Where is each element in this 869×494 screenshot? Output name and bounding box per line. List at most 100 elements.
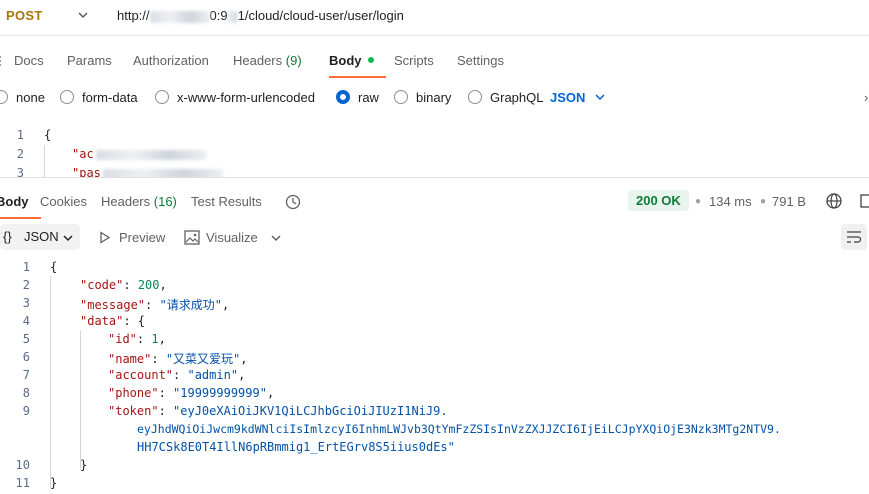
json-key: "token" xyxy=(108,404,159,418)
play-icon xyxy=(100,231,111,244)
code-line-wrapped: HH7CSk8E0T4IllN6pRBmmig1_ErtEGrv8S5iius0… xyxy=(137,440,455,454)
code-line: "token": "eyJ0eXAiOiJKV1QiLCJhbGciOiJIUz… xyxy=(108,404,448,418)
code-line: "pas xyxy=(72,166,223,177)
beautify-link-icon[interactable]: › xyxy=(864,90,868,105)
radio-form-data-label: form-data xyxy=(82,90,138,105)
wrap-lines-button[interactable] xyxy=(841,224,867,250)
chevron-down-icon xyxy=(63,235,73,242)
chevron-down-icon[interactable] xyxy=(76,8,90,22)
indent-guide xyxy=(50,276,51,488)
radio-raw-label: raw xyxy=(358,90,379,105)
line-number: 8 xyxy=(22,386,30,400)
code-line: "account": "admin", xyxy=(108,368,246,382)
body-type-selector: none form-data x-www-form-urlencoded raw… xyxy=(0,86,869,108)
radio-none[interactable] xyxy=(0,90,8,104)
redacted-host xyxy=(149,10,210,23)
url-prefix: http:// xyxy=(117,8,150,23)
tab-params[interactable]: Params xyxy=(67,53,112,68)
redacted-value xyxy=(95,149,206,160)
response-size[interactable]: 791 B xyxy=(772,194,806,209)
tab-scripts[interactable]: Scripts xyxy=(394,53,434,68)
radio-form-data[interactable] xyxy=(60,90,74,104)
line-number: 3 xyxy=(22,296,30,310)
status-badge[interactable]: 200 OK xyxy=(628,190,689,211)
preview-button[interactable]: Preview xyxy=(119,230,165,245)
json-key: "id" xyxy=(108,332,137,346)
separator-dot: ● xyxy=(760,196,767,207)
raw-format-select[interactable]: JSON xyxy=(550,90,585,105)
key-text: "ac xyxy=(72,147,94,161)
response-format-select[interactable]: {} JSON xyxy=(0,224,80,250)
docs-icon xyxy=(0,56,1,66)
response-toolbar: {} JSON Preview Visualize xyxy=(0,224,869,252)
code-line: { xyxy=(44,128,52,142)
json-value: "请求成功" xyxy=(159,298,222,312)
tab-headers-label: Headers xyxy=(233,53,283,68)
line-number: 7 xyxy=(22,368,30,382)
line-number: 11 xyxy=(15,476,30,490)
tab-headers[interactable]: Headers (9) xyxy=(233,53,302,68)
tab-body[interactable]: Body xyxy=(329,53,385,78)
url-path: 1/cloud/cloud-user/user/login xyxy=(237,8,404,23)
radio-urlencoded[interactable] xyxy=(155,90,169,104)
braces-icon: {} xyxy=(3,229,12,244)
wrap-lines-icon xyxy=(847,231,862,243)
url-mid: 0:9 xyxy=(209,8,228,23)
json-key: "code" xyxy=(80,278,124,292)
request-tabs: Docs Params Authorization Headers (9) Bo… xyxy=(0,44,869,78)
code-line: "code": 200, xyxy=(80,278,167,292)
method-select[interactable]: POST xyxy=(6,8,43,23)
json-key: "message" xyxy=(80,298,146,312)
line-number: 9 xyxy=(22,404,30,418)
tab-docs-label: Docs xyxy=(14,53,44,68)
visualize-button[interactable]: Visualize xyxy=(206,230,258,245)
indent-guide xyxy=(80,330,81,470)
tab-docs[interactable]: Docs xyxy=(0,53,44,68)
json-value: 1 xyxy=(151,332,159,346)
tab-settings[interactable]: Settings xyxy=(457,53,504,68)
line-number: 5 xyxy=(22,332,30,346)
save-response-icon[interactable] xyxy=(860,193,869,209)
radio-raw[interactable] xyxy=(336,90,350,104)
tab-authorization[interactable]: Authorization xyxy=(133,53,209,68)
radio-graphql[interactable] xyxy=(468,90,482,104)
response-time[interactable]: 134 ms xyxy=(709,194,752,209)
code-brace: } xyxy=(80,458,88,472)
response-tab-headers[interactable]: Headers (16) xyxy=(101,194,177,209)
line-number: 10 xyxy=(15,458,30,472)
response-tab-body[interactable]: Body xyxy=(0,194,40,219)
redacted-value xyxy=(102,168,223,177)
line-number: 2 xyxy=(16,147,24,161)
json-value: "admin" xyxy=(187,368,239,382)
line-number: 4 xyxy=(22,314,30,328)
response-headers-count: (16) xyxy=(153,194,177,209)
globe-icon[interactable] xyxy=(825,192,843,210)
chevron-down-icon[interactable] xyxy=(270,232,282,244)
json-value: "又菜又爱玩" xyxy=(165,352,241,366)
response-body-viewer[interactable]: 1 2 3 4 5 6 7 8 9 10 11 { "code": 200, "… xyxy=(0,258,869,494)
radio-binary[interactable] xyxy=(394,90,408,104)
url-input[interactable]: http:// 0:9 1/cloud/cloud-user/user/login xyxy=(117,8,404,23)
chevron-down-icon[interactable] xyxy=(594,91,606,103)
image-icon xyxy=(184,230,200,245)
history-icon[interactable] xyxy=(284,193,302,211)
modified-dot-icon xyxy=(367,57,374,63)
code-line: "ac xyxy=(72,147,206,161)
json-key: "data" xyxy=(80,314,124,328)
headers-count: (9) xyxy=(285,53,302,68)
json-key: "phone" xyxy=(108,386,159,400)
request-body-editor[interactable]: 1 2 3 { "ac "pas xyxy=(0,126,869,178)
redacted-port xyxy=(227,10,238,23)
radio-binary-label: binary xyxy=(416,90,452,105)
line-number: 2 xyxy=(22,278,30,292)
radio-urlencoded-label: x-www-form-urlencoded xyxy=(177,90,315,105)
radio-none-label: none xyxy=(16,90,45,105)
response-tab-cookies[interactable]: Cookies xyxy=(40,194,87,209)
response-tab-test-results[interactable]: Test Results xyxy=(191,194,262,209)
json-value: 200 xyxy=(137,278,160,292)
json-value: "19999999999" xyxy=(173,386,267,400)
json-key: "account" xyxy=(108,368,174,382)
code-line: "name": "又菜又爱玩", xyxy=(108,352,248,366)
json-value: "eyJ0eXAiOiJKV1QiLCJhbGciOiJIUzI1NiJ9. xyxy=(173,404,448,418)
separator-dot: ● xyxy=(695,196,702,207)
